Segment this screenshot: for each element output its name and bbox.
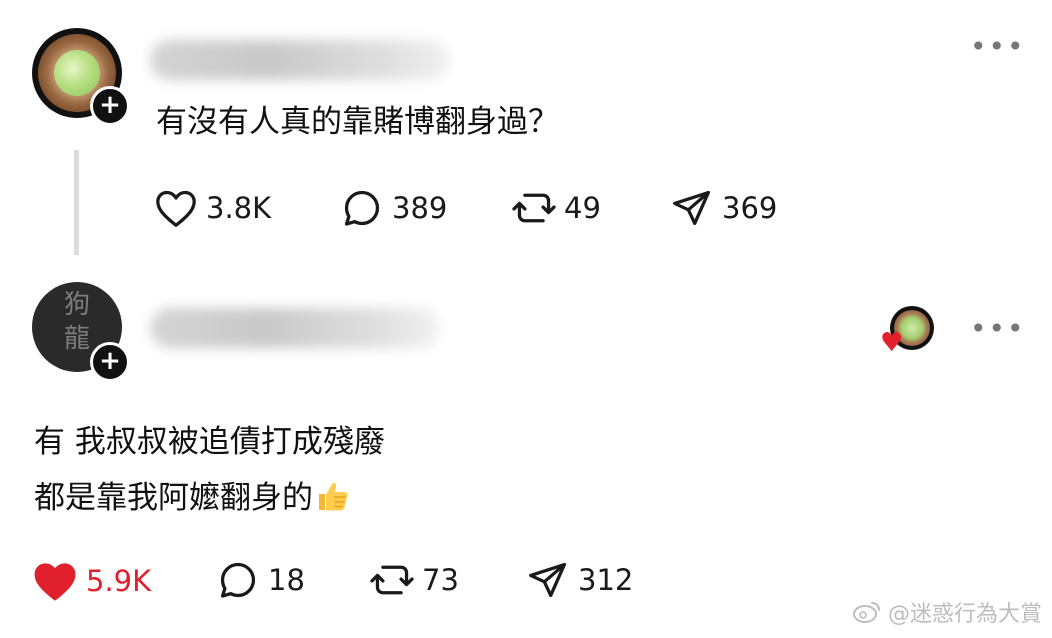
watermark: @迷惑行為大賞: [852, 596, 1042, 628]
heart-filled-icon: [34, 563, 76, 601]
like-count: 3.8K: [206, 191, 272, 225]
comment-icon: [220, 562, 256, 598]
comment-icon: [344, 190, 380, 226]
reply-text-line-1: 有 我叔叔被追債打成殘廢: [34, 424, 385, 460]
author-avatar[interactable]: +: [32, 28, 130, 126]
repost-count: 49: [564, 191, 601, 225]
watermark-text: @迷惑行為大賞: [887, 602, 1042, 627]
share-count: 369: [722, 191, 778, 225]
reply-reply-count: 18: [268, 563, 305, 597]
share-button[interactable]: 369: [670, 188, 777, 228]
follow-plus-icon[interactable]: +: [90, 342, 130, 382]
author-name-blurred: [150, 40, 450, 80]
reply-repost-button[interactable]: 73: [370, 560, 459, 600]
reply-author-avatar[interactable]: 狗 龍 +: [32, 282, 130, 382]
weibo-logo-icon: [852, 602, 880, 623]
thumbs-up-icon: [319, 482, 348, 511]
repost-icon: [512, 193, 556, 223]
reply-author-name-blurred: [150, 308, 440, 348]
reply-like-button[interactable]: 5.9K: [32, 560, 151, 602]
post-text: 有沒有人真的靠賭博翻身過？: [156, 104, 559, 140]
reply-text-line-2: 都是靠我阿嬤翻身的: [34, 476, 351, 520]
thread-line: [74, 150, 79, 255]
repost-icon: [370, 565, 414, 595]
avatar-seal-char-1: 狗: [63, 290, 90, 320]
reply-more-options-icon[interactable]: •••: [970, 312, 1026, 345]
heart-icon: [156, 190, 196, 227]
reply-share-button[interactable]: 312: [526, 560, 633, 600]
more-options-icon[interactable]: •••: [970, 30, 1026, 63]
repost-button[interactable]: 49: [512, 188, 601, 228]
avatar-cabbage: [54, 50, 100, 96]
reply-repost-count: 73: [422, 563, 459, 597]
send-icon: [673, 190, 710, 226]
send-icon: [529, 562, 566, 598]
like-button[interactable]: 3.8K: [154, 188, 271, 228]
reply-text-line-2-text: 都是靠我阿嬤翻身的: [34, 480, 313, 516]
reply-like-count: 5.9K: [86, 564, 152, 598]
follow-plus-icon[interactable]: +: [90, 86, 130, 126]
reply-count: 389: [392, 191, 448, 225]
liked-by-author-heart-icon: ♥: [880, 328, 904, 358]
reply-button[interactable]: 389: [340, 188, 447, 228]
reply-share-count: 312: [578, 563, 634, 597]
reply-reply-button[interactable]: 18: [216, 560, 305, 600]
